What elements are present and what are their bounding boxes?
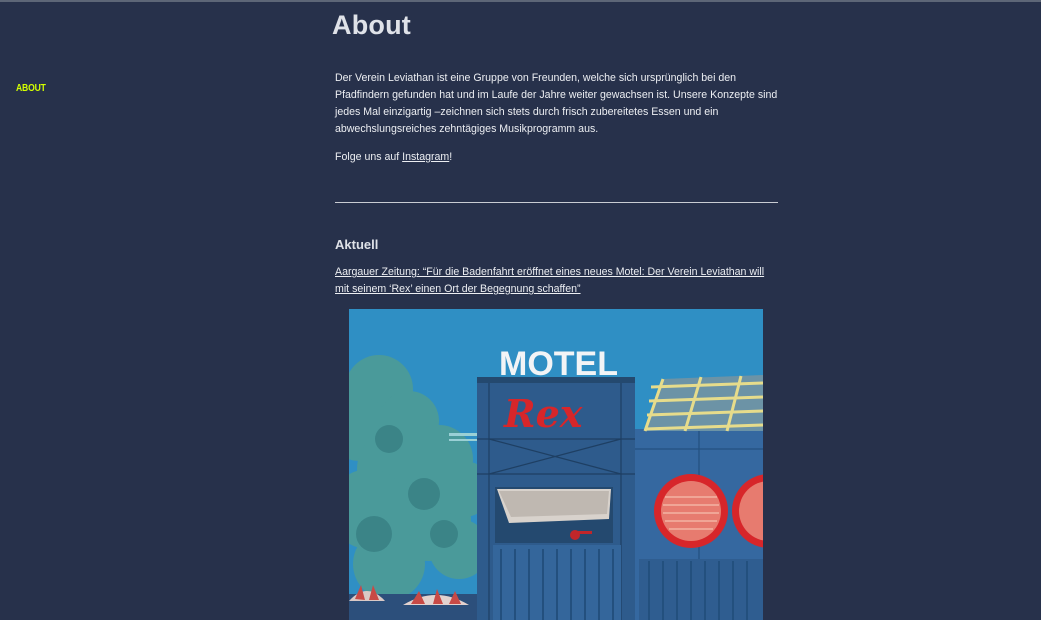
intro-paragraph: Der Verein Leviathan ist eine Gruppe von… bbox=[335, 72, 778, 135]
top-border bbox=[0, 0, 1041, 2]
instagram-link[interactable]: Instagram bbox=[402, 151, 449, 163]
follow-paragraph: Folge uns auf Instagram! bbox=[335, 149, 780, 166]
news-article-link[interactable]: Aargauer Zeitung: “Für die Badenfahrt er… bbox=[335, 264, 780, 298]
about-content: Der Verein Leviathan ist eine Gruppe von… bbox=[335, 70, 780, 166]
section-divider bbox=[335, 202, 778, 203]
motel-rex-illustration: MOTEL Rex bbox=[349, 309, 763, 620]
follow-suffix: ! bbox=[449, 151, 453, 163]
news-heading: Aktuell bbox=[335, 237, 379, 252]
motel-rex-image: MOTEL Rex bbox=[349, 309, 763, 620]
page-title: About bbox=[332, 10, 411, 40]
rex-sign-text: Rex bbox=[503, 391, 584, 436]
motel-sign-text: MOTEL bbox=[499, 345, 618, 383]
nav-link-about[interactable]: ABOUT bbox=[16, 83, 46, 94]
round-window bbox=[654, 474, 728, 548]
roof-railing bbox=[643, 375, 763, 432]
follow-prefix: Folge uns auf bbox=[335, 151, 403, 163]
